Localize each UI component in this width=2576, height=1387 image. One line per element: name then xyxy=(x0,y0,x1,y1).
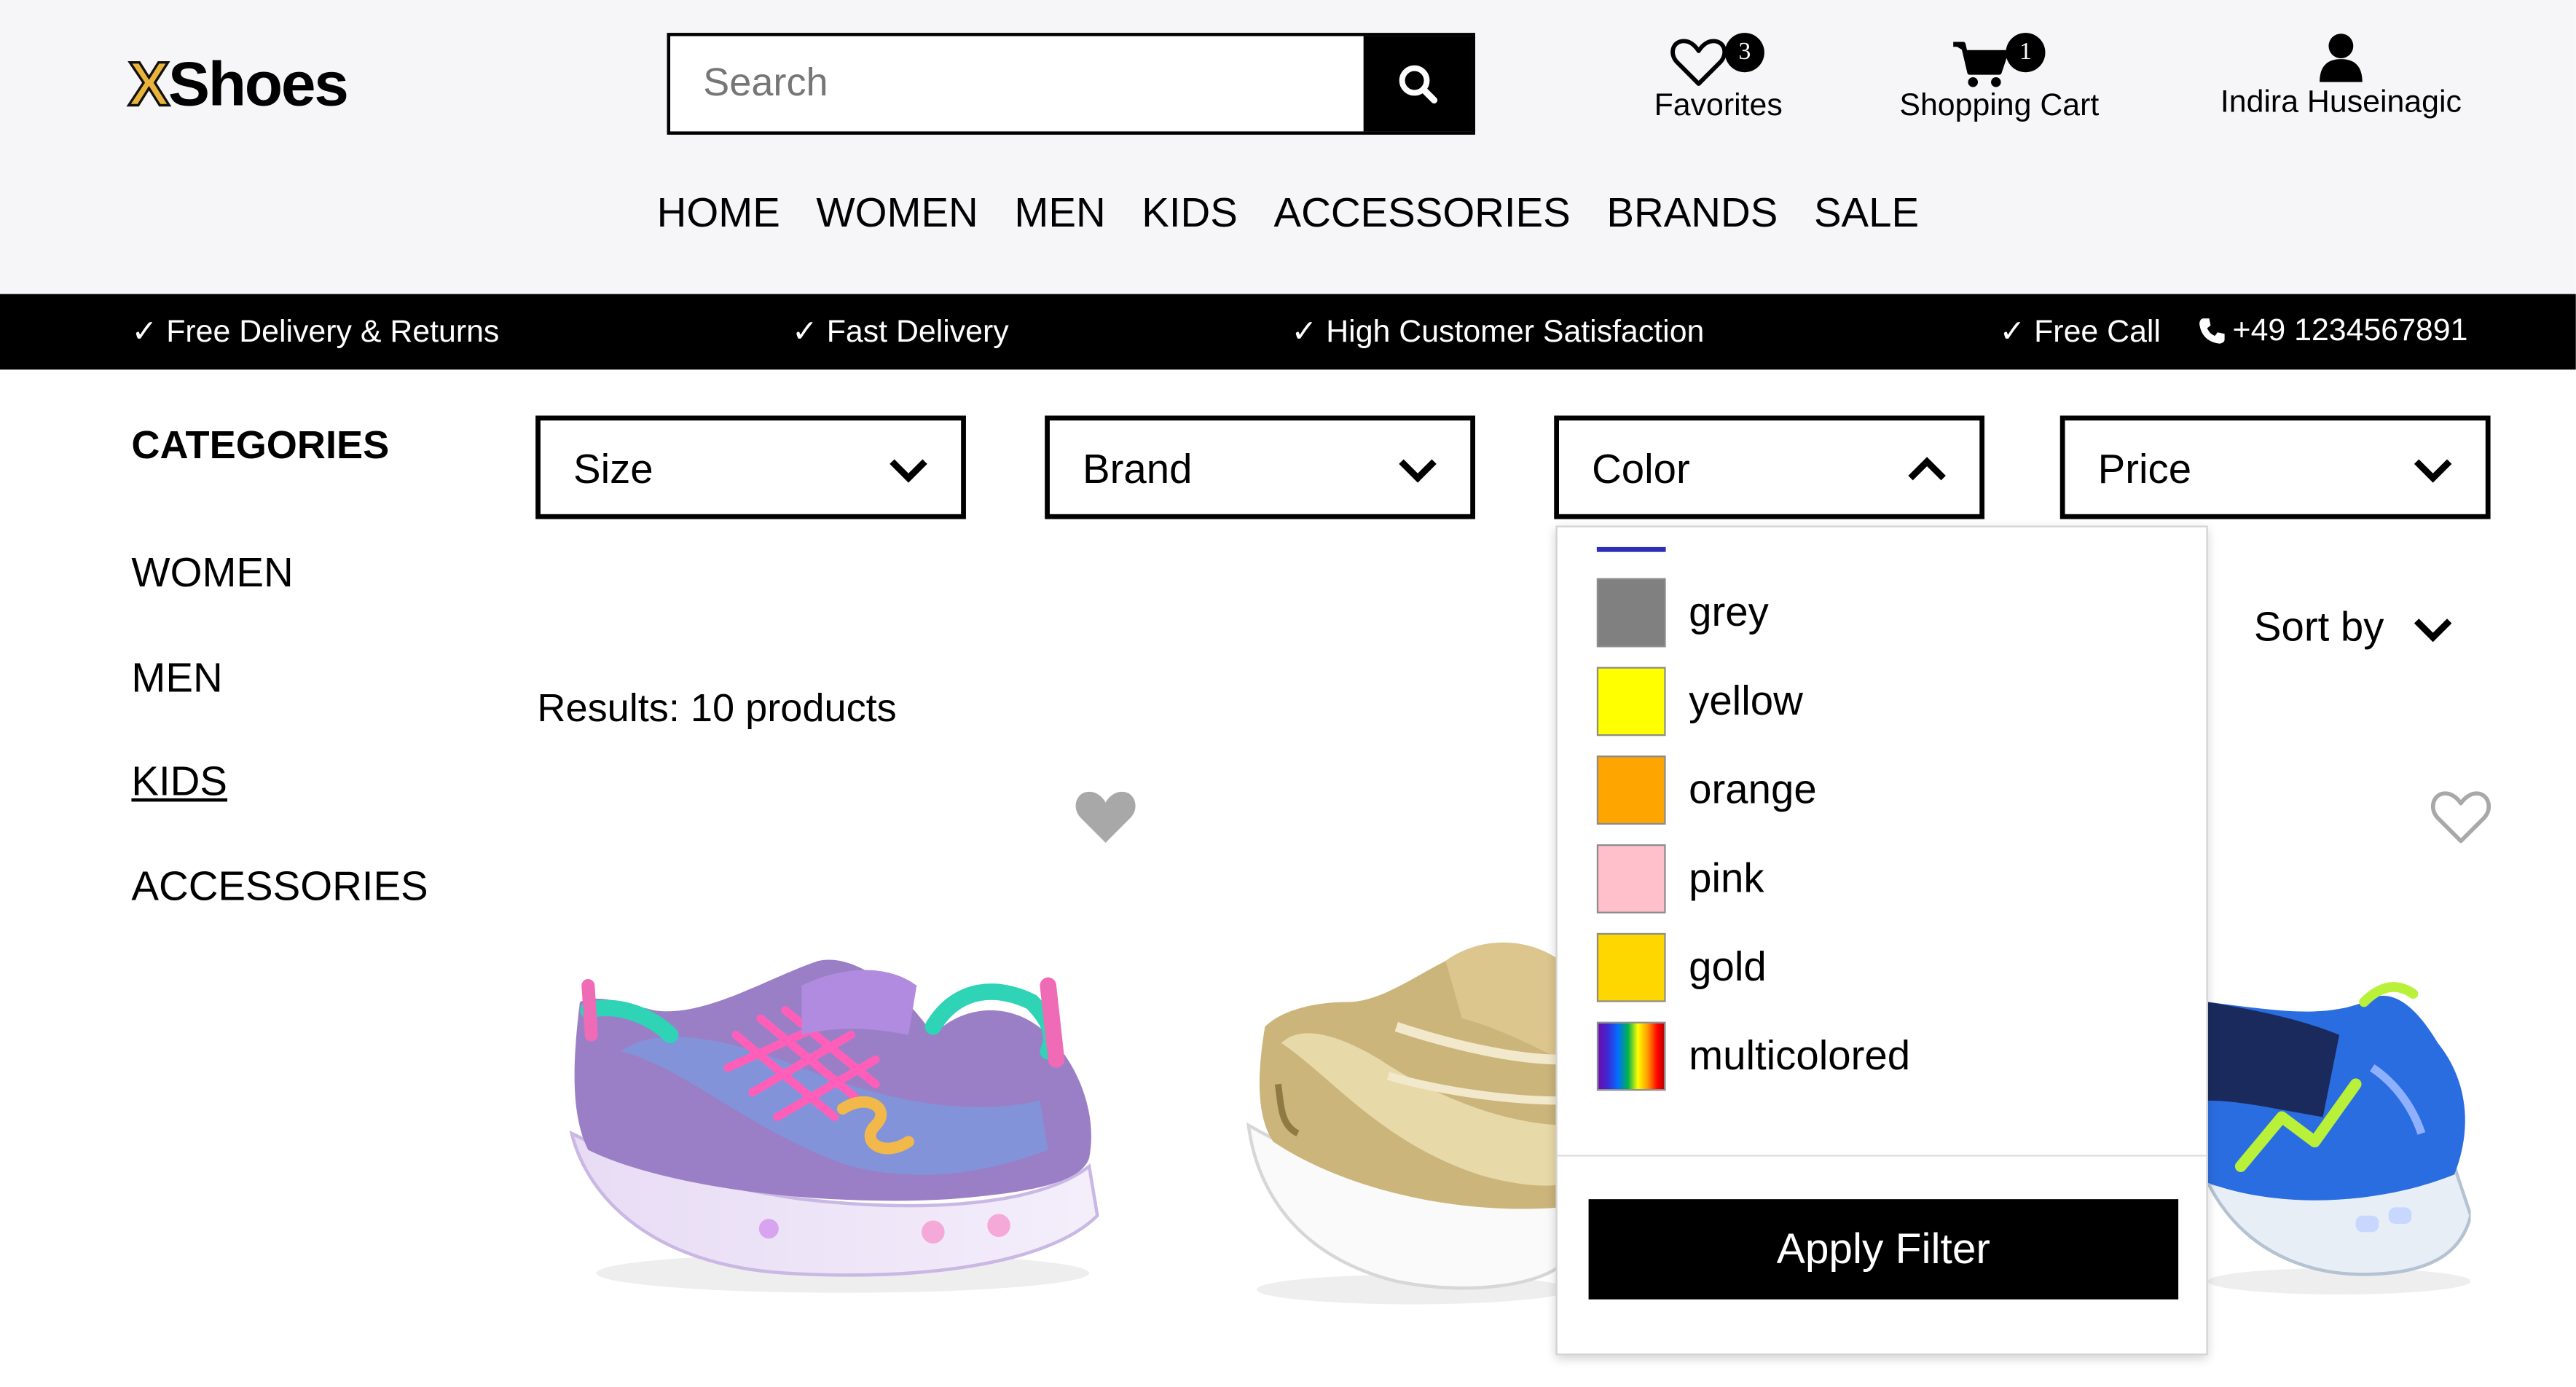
categories-title: CATEGORIES xyxy=(131,423,390,468)
orange-swatch xyxy=(1596,755,1666,825)
color-option-label: yellow xyxy=(1689,677,1803,724)
product-1-image[interactable] xyxy=(555,936,1114,1297)
color-option-label: multicolored xyxy=(1689,1032,1911,1079)
yellow-swatch xyxy=(1596,667,1666,736)
logo-x: X xyxy=(127,50,171,121)
apply-filter-button[interactable]: Apply Filter xyxy=(1588,1199,2179,1300)
color-filter-panel: grey yellow orange pink gold multicolore… xyxy=(1555,525,2208,1356)
shopping-cart-icon xyxy=(1953,42,2008,87)
page: XShoes 3 Favorites xyxy=(0,0,2576,1387)
promo-fast-delivery: ✓ Fast Delivery xyxy=(791,315,1009,350)
cart-count-badge: 1 xyxy=(2006,33,2046,73)
product-2-image[interactable] xyxy=(1232,928,1561,1306)
category-women[interactable]: WOMEN xyxy=(131,550,293,597)
search-icon xyxy=(1399,65,1438,104)
category-men[interactable]: MEN xyxy=(131,656,222,703)
favorites-link[interactable]: 3 Favorites xyxy=(1643,30,1794,125)
size-filter-dropdown[interactable]: Size xyxy=(535,415,966,519)
search-bar xyxy=(667,33,1475,135)
shopping-cart-label: Shopping Cart xyxy=(1899,88,2100,124)
brand-filter-dropdown[interactable]: Brand xyxy=(1045,415,1475,519)
product-3-favorite-heart-icon[interactable] xyxy=(2428,788,2494,847)
color-filter-label: Color xyxy=(1592,447,1690,493)
promo-strip: ✓ Free Delivery & Returns ✓ Fast Deliver… xyxy=(0,294,2576,370)
logo-text: Shoes xyxy=(168,50,349,120)
cart-icon-wrap: 1 xyxy=(1889,30,2109,89)
panel-divider xyxy=(1557,1155,2207,1157)
promo-free-call: ✓ Free Call xyxy=(1999,315,2161,350)
site-header: XShoes 3 Favorites xyxy=(0,0,2576,294)
category-accessories[interactable]: ACCESSORIES xyxy=(131,864,428,911)
shopping-cart-link[interactable]: 1 Shopping Cart xyxy=(1889,30,2109,125)
logo[interactable]: XShoes xyxy=(127,50,349,122)
price-filter-label: Price xyxy=(2097,447,2192,493)
nav-men[interactable]: MEN xyxy=(1014,191,1105,238)
nav-home[interactable]: HOME xyxy=(657,191,780,238)
chevron-up-icon xyxy=(1908,457,1946,481)
pink-swatch xyxy=(1596,844,1666,913)
nav-women[interactable]: WOMEN xyxy=(816,191,978,238)
color-option-gold[interactable]: gold xyxy=(1596,932,1767,1002)
nav-brands[interactable]: BRANDS xyxy=(1606,191,1778,238)
sort-by-dropdown[interactable]: Sort by xyxy=(2254,605,2453,652)
account-link[interactable]: Indira Huseinagic xyxy=(2204,33,2477,122)
size-filter-label: Size xyxy=(573,447,653,493)
favorites-count-badge: 3 xyxy=(1724,33,1764,73)
promo-free-delivery: ✓ Free Delivery & Returns xyxy=(131,315,500,350)
sort-by-label: Sort by xyxy=(2253,604,2384,651)
nav-accessories[interactable]: ACCESSORIES xyxy=(1274,191,1571,238)
color-option-label: gold xyxy=(1689,943,1767,990)
brand-filter-label: Brand xyxy=(1083,447,1193,493)
favorites-label: Favorites xyxy=(1654,88,1783,124)
heart-outline-icon xyxy=(1670,39,1727,86)
product-1-favorite-heart-icon[interactable] xyxy=(1073,788,1139,847)
color-option-yellow[interactable]: yellow xyxy=(1596,667,1803,736)
color-option-label: pink xyxy=(1689,854,1764,901)
color-filter-dropdown[interactable]: Color xyxy=(1554,415,1985,519)
phone-icon xyxy=(2199,318,2225,344)
color-option-orange[interactable]: orange xyxy=(1596,755,1817,825)
category-kids[interactable]: KIDS xyxy=(131,759,227,806)
product-3-image[interactable] xyxy=(2207,969,2471,1297)
account-name: Indira Huseinagic xyxy=(2220,85,2462,120)
chevron-down-icon xyxy=(1399,459,1437,483)
color-option-pink[interactable]: pink xyxy=(1596,844,1764,913)
search-button[interactable] xyxy=(1363,36,1472,132)
user-icon xyxy=(2320,34,2363,82)
search-input[interactable] xyxy=(670,36,1367,132)
chevron-down-icon xyxy=(2414,459,2452,483)
chevron-down-icon xyxy=(890,459,927,483)
color-option-multicolored[interactable]: multicolored xyxy=(1596,1021,1911,1091)
account-icon-wrap xyxy=(2204,33,2477,85)
color-option-label: grey xyxy=(1689,589,1769,635)
grey-swatch xyxy=(1596,578,1666,648)
color-option-label: orange xyxy=(1689,766,1817,813)
favorites-icon-wrap: 3 xyxy=(1643,30,1794,89)
multicolored-swatch xyxy=(1596,1021,1666,1091)
gold-swatch xyxy=(1596,932,1666,1002)
main-nav: HOME WOMEN MEN KIDS ACCESSORIES BRANDS SALE xyxy=(0,191,2576,238)
chevron-down-icon xyxy=(2414,618,2452,642)
nav-kids[interactable]: KIDS xyxy=(1142,191,1238,238)
nav-sale[interactable]: SALE xyxy=(1814,191,1919,238)
promo-phone-number[interactable]: +49 1234567891 xyxy=(2233,314,2468,350)
color-option-grey[interactable]: grey xyxy=(1596,578,1769,648)
results-count: Results: 10 products xyxy=(537,686,897,731)
promo-satisfaction: ✓ High Customer Satisfaction xyxy=(1291,315,1705,350)
price-filter-dropdown[interactable]: Price xyxy=(2059,415,2491,519)
previous-color-swatch-edge xyxy=(1596,546,1666,552)
